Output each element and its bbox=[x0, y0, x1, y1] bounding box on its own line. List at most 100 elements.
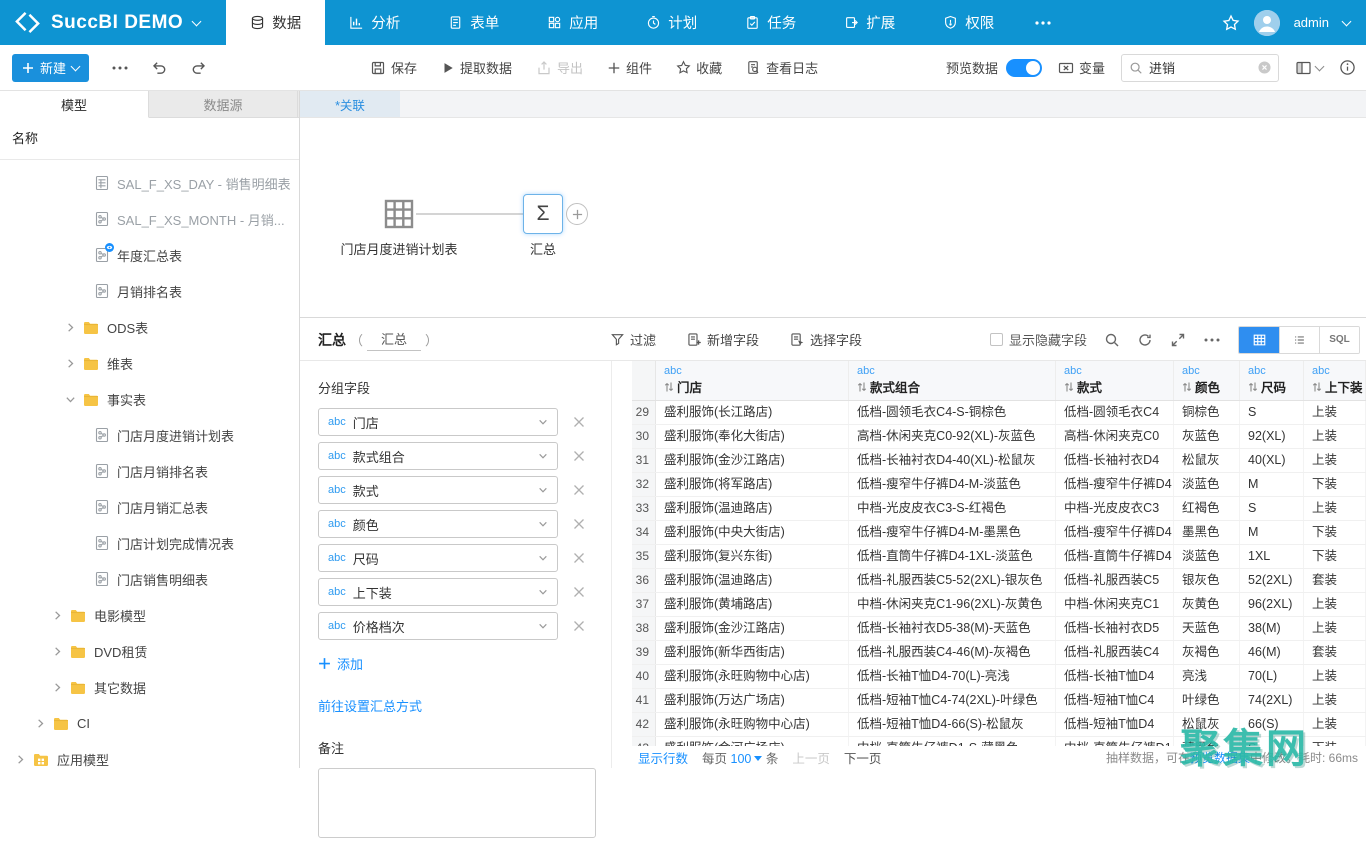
preview-dataset-link[interactable]: 预览数据集 bbox=[1190, 751, 1250, 765]
tree-folder[interactable]: DVD租赁 bbox=[0, 633, 299, 669]
more-actions-button[interactable] bbox=[111, 60, 129, 76]
remove-field-button[interactable] bbox=[572, 517, 586, 531]
column-header[interactable]: abc款式 bbox=[1056, 361, 1174, 400]
column-header[interactable]: abc款式组合 bbox=[849, 361, 1056, 400]
sort-icon[interactable] bbox=[857, 381, 867, 393]
chevron-right-icon[interactable] bbox=[33, 718, 47, 729]
tree-item[interactable]: SAL_F_XS_MONTH - 月销... bbox=[0, 201, 299, 237]
redo-icon[interactable] bbox=[190, 59, 207, 76]
tree-item[interactable]: 门店月度进销计划表 bbox=[0, 417, 299, 453]
chevron-down-icon[interactable] bbox=[63, 394, 77, 405]
avatar[interactable] bbox=[1254, 10, 1280, 36]
tree-folder[interactable]: ODS表 bbox=[0, 309, 299, 345]
favorite-star-icon[interactable] bbox=[1222, 14, 1240, 32]
tree-item[interactable]: SAL_F_XS_DAY - 销售明细表 bbox=[0, 165, 299, 201]
tree-folder[interactable]: 电影模型 bbox=[0, 597, 299, 633]
table-search-icon[interactable] bbox=[1104, 332, 1120, 348]
tab-datasource[interactable]: 数据源 bbox=[149, 91, 298, 118]
sort-icon[interactable] bbox=[1182, 381, 1192, 393]
nav-more-button[interactable] bbox=[1018, 0, 1068, 45]
tab-model[interactable]: 模型 bbox=[0, 91, 149, 118]
variable-button[interactable]: 变量 bbox=[1058, 58, 1105, 77]
undo-icon[interactable] bbox=[151, 59, 168, 76]
chevron-right-icon[interactable] bbox=[50, 646, 64, 657]
search-input[interactable] bbox=[1149, 60, 1252, 75]
tree-item[interactable]: 月销排名表 bbox=[0, 273, 299, 309]
remove-field-button[interactable] bbox=[572, 415, 586, 429]
tree-folder[interactable]: 事实表 bbox=[0, 381, 299, 417]
extract-data-button[interactable]: 提取数据 bbox=[441, 58, 512, 77]
clear-search-icon[interactable] bbox=[1258, 61, 1271, 74]
table-row[interactable]: 36盛利服饰(温迪路店)低档-礼服西装C5-52(2XL)-银灰色低档-礼服西装… bbox=[632, 569, 1366, 593]
nav-tab-data[interactable]: 数据 bbox=[226, 0, 325, 45]
chevron-right-icon[interactable] bbox=[63, 358, 77, 369]
group-field-select[interactable]: abc上下装 bbox=[318, 578, 558, 606]
tree-item[interactable]: 门店月销排名表 bbox=[0, 453, 299, 489]
app-brand[interactable]: SuccBI DEMO bbox=[0, 0, 226, 45]
tree-folder[interactable]: 应用模型 bbox=[0, 741, 299, 768]
table-row[interactable]: 33盛利服饰(温迪路店)中档-光皮皮衣C3-S-红褐色中档-光皮皮衣C3红褐色S… bbox=[632, 497, 1366, 521]
sort-icon[interactable] bbox=[1064, 381, 1074, 393]
group-field-select[interactable]: abc价格档次 bbox=[318, 612, 558, 640]
chevron-right-icon[interactable] bbox=[50, 682, 64, 693]
column-header[interactable]: abc门店 bbox=[656, 361, 849, 400]
model-canvas[interactable]: *关联 门店月度进销计划表 Σ 汇总 bbox=[300, 91, 1366, 317]
grid-view-button[interactable] bbox=[1239, 327, 1279, 353]
table-row[interactable]: 34盛利服饰(中央大街店)低档-瘦窄牛仔裤D4-M-墨黑色低档-瘦窄牛仔裤D4墨… bbox=[632, 521, 1366, 545]
refresh-icon[interactable] bbox=[1137, 332, 1153, 348]
group-field-select[interactable]: abc款式组合 bbox=[318, 442, 558, 470]
column-header[interactable]: abc颜色 bbox=[1174, 361, 1240, 400]
table-row[interactable]: 42盛利服饰(永旺购物中心店)低档-短袖T恤D4-66(S)-松鼠灰低档-短袖T… bbox=[632, 713, 1366, 737]
table-row[interactable]: 37盛利服饰(黄埔路店)中档-休闲夹克C1-96(2XL)-灰黄色中档-休闲夹克… bbox=[632, 593, 1366, 617]
note-textarea[interactable] bbox=[318, 768, 596, 838]
tab-relation[interactable]: *关联 bbox=[300, 91, 400, 117]
prev-page-button[interactable]: 上一页 bbox=[792, 748, 830, 767]
sort-icon[interactable] bbox=[664, 381, 674, 393]
nav-tab-extension[interactable]: 扩展 bbox=[820, 0, 919, 45]
next-page-button[interactable]: 下一页 bbox=[844, 748, 882, 767]
new-button[interactable]: 新建 bbox=[12, 54, 89, 82]
nav-tab-application[interactable]: 应用 bbox=[523, 0, 622, 45]
save-button[interactable]: 保存 bbox=[370, 58, 417, 77]
table-row[interactable]: 38盛利服饰(金沙江路店)低档-长袖衬衣D5-38(M)-天蓝色低档-长袖衬衣D… bbox=[632, 617, 1366, 641]
nav-tab-form[interactable]: 表单 bbox=[424, 0, 523, 45]
column-header[interactable]: abc尺码 bbox=[1240, 361, 1304, 400]
expand-icon[interactable] bbox=[1170, 332, 1186, 348]
more-options-icon[interactable] bbox=[1203, 332, 1221, 348]
remove-field-button[interactable] bbox=[572, 619, 586, 633]
tree-folder[interactable]: CI bbox=[0, 705, 299, 741]
sort-icon[interactable] bbox=[1248, 381, 1258, 393]
tree-folder[interactable]: 维表 bbox=[0, 345, 299, 381]
table-row[interactable]: 39盛利服饰(新华西街店)低档-礼服西装C4-46(M)-灰褐色低档-礼服西装C… bbox=[632, 641, 1366, 665]
summary-settings-link[interactable]: 前往设置汇总方式 bbox=[318, 696, 611, 715]
group-field-select[interactable]: abc尺码 bbox=[318, 544, 558, 572]
group-field-select[interactable]: abc款式 bbox=[318, 476, 558, 504]
add-node-button[interactable] bbox=[566, 203, 588, 225]
table-row[interactable]: 32盛利服饰(将军路店)低档-瘦窄牛仔裤D4-M-淡蓝色低档-瘦窄牛仔裤D4淡蓝… bbox=[632, 473, 1366, 497]
tree-item[interactable]: 门店销售明细表 bbox=[0, 561, 299, 597]
node-name-input[interactable]: 汇总 bbox=[367, 329, 421, 351]
tree-folder[interactable]: 其它数据 bbox=[0, 669, 299, 705]
select-field-button[interactable]: 选择字段 bbox=[789, 330, 862, 349]
remove-field-button[interactable] bbox=[572, 483, 586, 497]
list-view-button[interactable] bbox=[1279, 327, 1319, 353]
remove-field-button[interactable] bbox=[572, 449, 586, 463]
group-field-select[interactable]: abc门店 bbox=[318, 408, 558, 436]
tree-item[interactable]: 门店月销汇总表 bbox=[0, 489, 299, 525]
chevron-right-icon[interactable] bbox=[13, 754, 27, 765]
user-name[interactable]: admin bbox=[1294, 15, 1329, 30]
component-button[interactable]: 组件 bbox=[607, 58, 652, 77]
summary-node[interactable]: Σ bbox=[523, 194, 563, 234]
per-page-select[interactable]: 100 bbox=[731, 752, 763, 766]
tree-item[interactable]: 年度汇总表 bbox=[0, 237, 299, 273]
preview-data-toggle[interactable] bbox=[1006, 59, 1042, 77]
table-row[interactable]: 29盛利服饰(长江路店)低档-圆领毛衣C4-S-铜棕色低档-圆领毛衣C4铜棕色S… bbox=[632, 401, 1366, 425]
show-hidden-fields-checkbox[interactable]: 显示隐藏字段 bbox=[990, 330, 1087, 349]
chevron-right-icon[interactable] bbox=[63, 322, 77, 333]
column-header[interactable]: abc上下装 bbox=[1304, 361, 1366, 400]
info-icon[interactable] bbox=[1339, 59, 1356, 76]
add-field-button[interactable]: 新增字段 bbox=[686, 330, 759, 349]
sort-icon[interactable] bbox=[1312, 381, 1322, 393]
remove-field-button[interactable] bbox=[572, 551, 586, 565]
export-button[interactable]: 导出 bbox=[536, 58, 583, 77]
